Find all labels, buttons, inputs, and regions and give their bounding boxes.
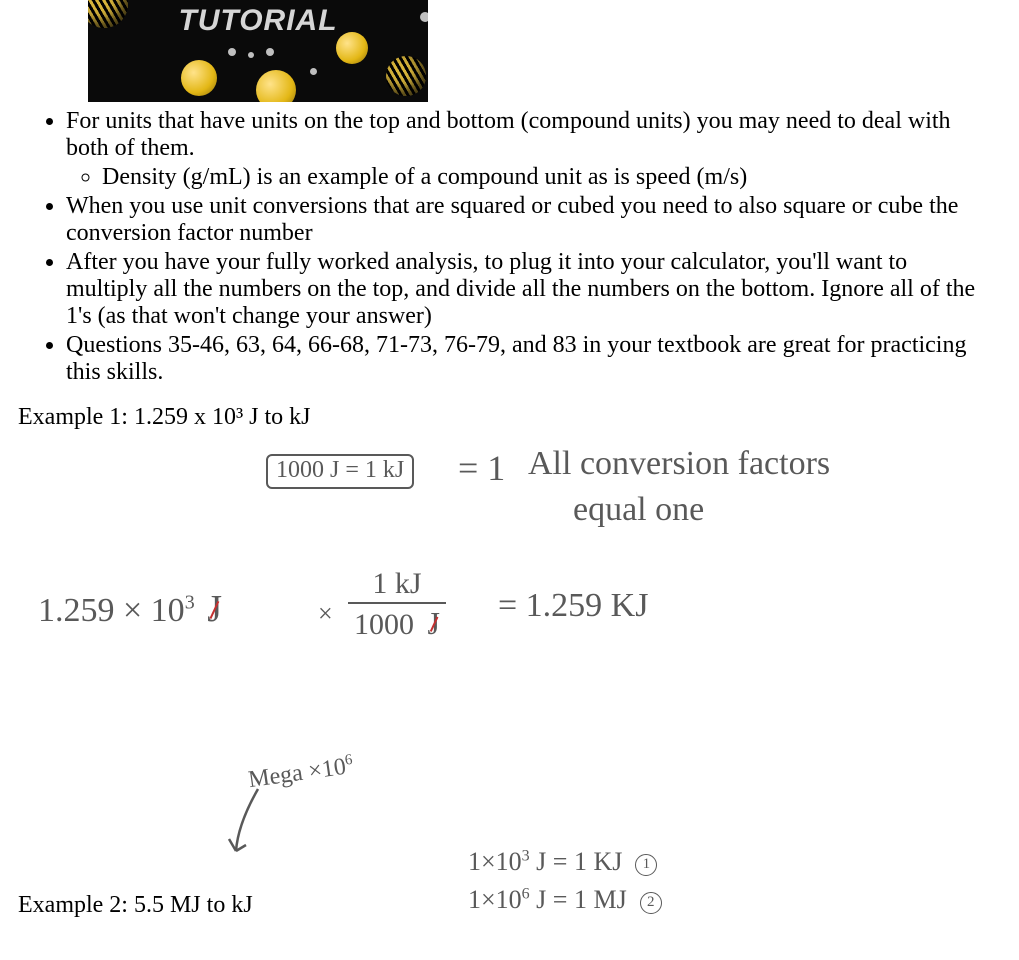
hw-conv1: 1×103 J = 1 KJ 1 [468,847,657,877]
example1-handwriting: 1000 J = 1 kJ = 1 All conversion factors… [18,439,1001,759]
hw-conv2-b: J = 1 MJ [536,885,627,914]
hw-frac-num: 1 kJ [348,569,446,602]
list-subitem: Density (g/mL) is an example of a compou… [102,164,989,191]
hw-equals-one: = 1 [458,447,505,489]
hw-conv1-b: J = 1 KJ [536,847,622,876]
hw-conv1-exp: 3 [522,847,530,864]
arrow-icon [218,779,278,869]
list-item: Questions 35-46, 63, 64, 66-68, 71-73, 7… [66,332,989,386]
hw-note-line1: All conversion factors [528,445,830,483]
hw-result: = 1.259 KJ [498,587,648,625]
hw-lhs-val: 1.259 × 10 [38,592,185,629]
hw-mega-exp: 6 [344,752,354,769]
hw-fraction: 1 kJ 1000 J [348,569,446,640]
hw-frac-den-unit-struck: J [428,607,440,639]
list-item: For units that have units on the top and… [66,108,989,191]
hw-conv2-exp: 6 [522,885,530,902]
hw-lhs-unit-struck: J [207,587,222,631]
hw-conv2-a: 1×10 [468,885,522,914]
hw-conv1-num: 1 [635,854,657,876]
example2-area: Mega ×106 1×103 J = 1 KJ 1 1×106 J = 1 M… [18,759,1001,929]
hw-times: × [318,599,333,629]
list-item: When you use unit conversions that are s… [66,193,989,247]
hw-frac-den-val: 1000 [354,608,414,641]
tutorial-banner: TUTORIAL [88,0,428,102]
hw-frac-den: 1000 J [348,602,446,640]
hw-conv2-num: 2 [640,892,662,914]
notes-list: For units that have units on the top and… [18,108,1001,386]
hw-conv2: 1×106 J = 1 MJ 2 [468,885,662,915]
example2-label: Example 2: 5.5 MJ to kJ [18,892,253,919]
hw-conv1-a: 1×10 [468,847,522,876]
list-item: After you have your fully worked analysi… [66,249,989,330]
hw-note-line2: equal one [573,491,704,529]
hw-lhs: 1.259 × 103 J [38,587,222,631]
list-text: For units that have units on the top and… [66,108,951,161]
banner-title: TUTORIAL [88,4,428,38]
example1-label: Example 1: 1.259 x 10³ J to kJ [18,404,1001,431]
hw-lhs-exp: 3 [185,592,195,614]
hw-box-conversion: 1000 J = 1 kJ [266,454,414,489]
